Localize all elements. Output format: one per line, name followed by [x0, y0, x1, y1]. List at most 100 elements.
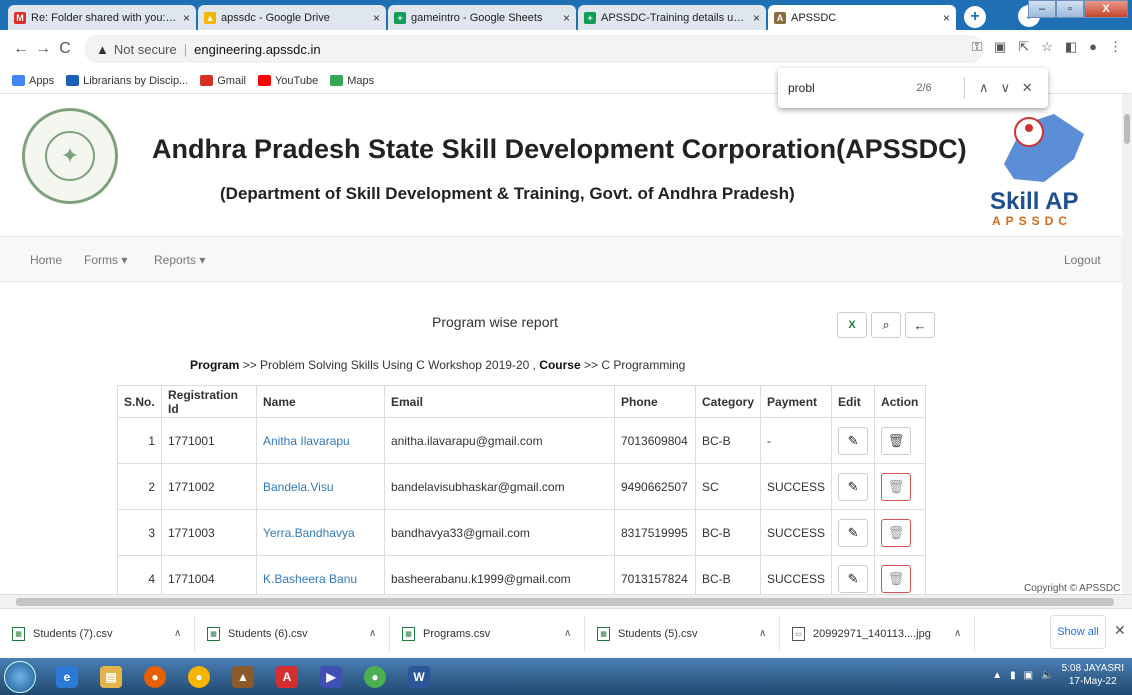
delete-button[interactable]: 🗑 — [881, 518, 912, 547]
nav-logout[interactable]: Logout — [1064, 253, 1101, 267]
bookmark-apps[interactable]: Apps — [12, 75, 54, 87]
battery-icon[interactable]: ▮ — [1010, 670, 1016, 681]
find-input[interactable]: probl — [788, 81, 916, 95]
bookmark-librarians[interactable]: Librarians by Discip... — [66, 75, 188, 87]
bookmark-gmail[interactable]: Gmail — [200, 75, 246, 87]
taskbar-chrome[interactable]: ● — [354, 661, 396, 693]
close-icon[interactable]: × — [943, 11, 950, 25]
close-icon[interactable]: × — [183, 11, 190, 25]
bookmark-maps[interactable]: Maps — [330, 75, 374, 87]
nav-home[interactable]: Home — [30, 253, 62, 267]
internet-explorer-icon: e — [56, 665, 78, 688]
taskbar-ie[interactable]: e — [46, 661, 88, 693]
volume-icon[interactable]: 🔈 — [1041, 670, 1053, 681]
tab-sheets[interactable]: + gameintro - Google Sheets × — [388, 5, 576, 30]
tab-gmail[interactable]: M Re: Folder shared with you: "a × — [8, 5, 196, 30]
menu-icon[interactable]: ⋮ — [1109, 39, 1122, 55]
nav-reports[interactable]: Reports ▾ — [154, 253, 205, 267]
nav-forms[interactable]: Forms ▾ — [84, 253, 127, 267]
minimize-button[interactable]: – — [1028, 0, 1056, 18]
vertical-scrollbar[interactable] — [1122, 94, 1132, 594]
pencil-icon: ✎ — [847, 570, 859, 586]
taskbar-media[interactable]: ▶ — [310, 661, 352, 693]
back-button[interactable]: ← — [905, 312, 935, 338]
forward-icon[interactable]: → — [32, 40, 54, 58]
delete-button[interactable]: 🗑 — [881, 564, 912, 593]
image-file-icon: ▭ — [792, 626, 805, 641]
close-icon[interactable]: × — [373, 11, 380, 25]
download-item[interactable]: ▦ Programs.csv ∧ — [390, 615, 585, 652]
edit-button[interactable]: ✎ — [838, 426, 869, 455]
star-icon[interactable]: ☆ — [1041, 39, 1053, 55]
student-name-link[interactable]: K.Basheera Banu — [256, 555, 385, 594]
tab-apssdc[interactable]: A APSSDC × — [768, 5, 956, 30]
edit-button[interactable]: ✎ — [838, 472, 869, 501]
delete-button[interactable]: 🗑 — [881, 472, 912, 501]
download-item[interactable]: ▭ 20992971_140113....jpg ∧ — [780, 615, 975, 652]
maps-icon — [330, 75, 344, 86]
student-name-link[interactable]: Bandela.Visu — [256, 463, 385, 510]
download-item[interactable]: ▦ Students (7).csv ∧ — [0, 615, 195, 652]
start-button[interactable] — [4, 660, 36, 693]
chevron-up-icon[interactable]: ∧ — [759, 628, 779, 639]
tab-training-sheet[interactable]: + APSSDC-Training details upto × — [578, 5, 766, 30]
cell-edit: ✎ — [831, 417, 876, 464]
page-icon[interactable]: ▣ — [994, 39, 1006, 55]
student-name-link[interactable]: Anitha Ilavarapu — [256, 417, 385, 464]
delete-button[interactable]: 🗑 — [881, 426, 912, 455]
cell-registration-id: 1771002 — [161, 463, 257, 510]
taskbar-acrobat[interactable]: A — [266, 661, 308, 693]
edit-button[interactable]: ✎ — [838, 518, 869, 547]
tab-drive[interactable]: ▲ apssdc - Google Drive × — [198, 5, 386, 30]
reload-icon[interactable]: C — [54, 40, 76, 58]
cell-email: bandelavisubhaskar@gmail.com — [384, 463, 615, 510]
show-all-downloads-button[interactable]: Show all — [1050, 615, 1106, 649]
find-next-icon[interactable]: ∨ — [995, 80, 1017, 96]
scroll-thumb[interactable] — [16, 598, 1114, 606]
close-icon[interactable]: × — [753, 11, 760, 25]
network-icon[interactable]: ▣ — [1024, 670, 1033, 681]
clock-date: 17-May-22 — [1068, 676, 1117, 687]
bookmark-youtube[interactable]: YouTube — [257, 75, 318, 87]
excel-export-button[interactable]: X — [837, 312, 867, 338]
cell-registration-id: 1771003 — [161, 509, 257, 556]
download-item[interactable]: ▦ Students (6).csv ∧ — [195, 615, 390, 652]
url-input[interactable]: ▲ Not secure | engineering.apssdc.in — [84, 35, 984, 63]
downloads-close-icon[interactable]: ✕ — [1114, 622, 1126, 639]
download-item[interactable]: ▦ Students (5).csv ∧ — [585, 615, 780, 652]
new-tab-button[interactable]: + — [964, 6, 986, 28]
taskbar-app[interactable]: ▲ — [222, 661, 264, 693]
clock[interactable]: 5:08 JAYASRI 17-May-22 — [1062, 662, 1124, 688]
share-icon[interactable]: ⇱ — [1018, 39, 1029, 55]
tab-title: Re: Folder shared with you: "a — [31, 11, 177, 24]
scroll-thumb[interactable] — [1124, 114, 1130, 144]
taskbar-word[interactable]: W — [398, 661, 440, 693]
sidepanel-icon[interactable]: ◧ — [1065, 39, 1077, 55]
student-name-link[interactable]: Yerra.Bandhavya — [256, 509, 385, 556]
back-icon[interactable]: ← — [10, 40, 32, 58]
chevron-up-icon[interactable]: ∧ — [954, 628, 974, 639]
taskbar-firefox[interactable]: ● — [134, 661, 176, 693]
tray-expand-icon[interactable]: ▲ — [992, 670, 1002, 681]
close-icon[interactable]: × — [563, 11, 570, 25]
chevron-up-icon[interactable]: ∧ — [564, 628, 584, 639]
edit-button[interactable]: ✎ — [838, 564, 869, 593]
window-close-button[interactable]: X — [1084, 0, 1128, 18]
chevron-up-icon[interactable]: ∧ — [369, 628, 389, 639]
maximize-button[interactable]: ▫ — [1056, 0, 1084, 18]
tab-strip: M Re: Folder shared with you: "a × ▲ apssdc… — [0, 0, 1132, 30]
chevron-up-icon[interactable]: ∧ — [174, 628, 194, 639]
taskbar-chrome-canary[interactable]: ● — [178, 661, 220, 693]
key-icon[interactable]: ⚿ — [972, 39, 982, 55]
search-button[interactable]: ⌕ — [871, 312, 901, 338]
pencil-icon: ✎ — [847, 524, 859, 540]
profile-icon[interactable]: ● — [1089, 39, 1097, 55]
find-close-icon[interactable]: ✕ — [1016, 80, 1038, 96]
find-previous-icon[interactable]: ∧ — [973, 80, 995, 96]
taskbar-explorer[interactable]: ▤ — [90, 661, 132, 693]
cell-sno: 4 — [117, 555, 162, 594]
trash-icon: 🗑 — [887, 432, 905, 448]
horizontal-scrollbar[interactable] — [0, 594, 1132, 608]
course-label: Course — [539, 358, 581, 372]
cell-edit: ✎ — [831, 463, 876, 510]
